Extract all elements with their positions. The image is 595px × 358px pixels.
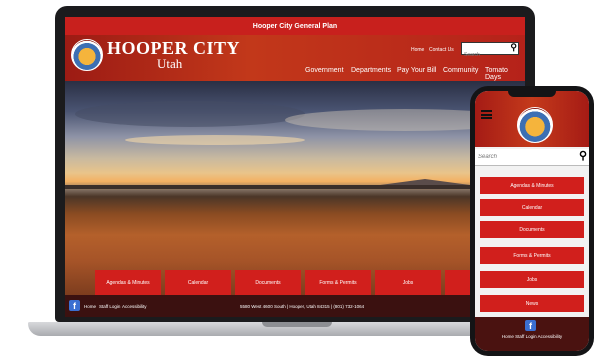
- nav-community[interactable]: Community: [443, 67, 478, 74]
- phone-notch: [508, 88, 556, 97]
- phone-button-jobs[interactable]: Jobs: [480, 271, 584, 288]
- phone-footer-link-home[interactable]: Home: [502, 334, 514, 339]
- utility-link-contact[interactable]: Contact Us: [429, 47, 454, 53]
- hamburger-menu-icon[interactable]: [481, 110, 492, 119]
- tile-documents[interactable]: Documents: [235, 270, 301, 295]
- phone-footer-link-accessibility[interactable]: Accessibility: [538, 334, 563, 339]
- site-footer: f Home Staff Login Accessibility 5580 We…: [65, 295, 525, 317]
- site-subtitle: Utah: [157, 56, 183, 71]
- phone-button-forms-permits[interactable]: Forms & Permits: [480, 247, 584, 264]
- phone-button-documents[interactable]: Documents: [480, 221, 584, 238]
- phone-footer-link-staff-login[interactable]: Staff Login: [515, 334, 536, 339]
- footer-link-accessibility[interactable]: Accessibility: [122, 304, 147, 309]
- tile-agendas-minutes[interactable]: Agendas & Minutes: [95, 270, 161, 295]
- footer-address: 5580 West 4600 South | Hooper, Utah 8431…: [240, 304, 365, 309]
- hero-image-wheat-field-sunset: [65, 81, 525, 295]
- phone-search-input[interactable]: [478, 151, 568, 162]
- facebook-icon[interactable]: f: [69, 300, 80, 311]
- footer-link-home[interactable]: Home: [84, 304, 96, 309]
- phone-button-agendas-minutes[interactable]: Agendas & Minutes: [480, 177, 584, 194]
- utility-link-home[interactable]: Home: [411, 47, 424, 53]
- search-icon[interactable]: ⚲: [579, 149, 587, 162]
- search-box: ⚲: [461, 42, 519, 60]
- search-icon[interactable]: ⚲: [510, 42, 517, 53]
- facebook-icon[interactable]: f: [525, 320, 536, 331]
- nav-departments[interactable]: Departments: [351, 67, 391, 74]
- phone-header: [475, 91, 589, 147]
- quick-links: Agendas & Minutes Calendar Documents For…: [95, 270, 525, 295]
- laptop-screen: Hooper City General Plan HOOPER CITY Uta…: [65, 17, 525, 317]
- phone-button-calendar[interactable]: Calendar: [480, 199, 584, 216]
- tile-partial[interactable]: [445, 270, 471, 295]
- phone-footer: f Home Staff Login Accessibility: [475, 317, 589, 351]
- top-bar-title: Hooper City General Plan: [65, 17, 525, 35]
- tile-jobs[interactable]: Jobs: [375, 270, 441, 295]
- site-header: HOOPER CITY Utah Home Contact Us ⚲ Gover…: [65, 35, 525, 81]
- nav-government[interactable]: Government: [305, 67, 344, 74]
- phone-screen: ⚲ Agendas & Minutes Calendar Documents F…: [475, 91, 589, 351]
- nav-tomato-days[interactable]: Tomato Days: [485, 67, 525, 81]
- city-seal-logo[interactable]: [517, 107, 553, 143]
- phone-search-box: ⚲: [475, 149, 589, 166]
- footer-link-staff-login[interactable]: Staff Login: [99, 304, 120, 309]
- phone-button-news[interactable]: News: [480, 295, 584, 312]
- nav-pay-your-bill[interactable]: Pay Your Bill: [397, 67, 436, 74]
- tile-forms-permits[interactable]: Forms & Permits: [305, 270, 371, 295]
- city-seal-logo[interactable]: [71, 39, 103, 71]
- tile-calendar[interactable]: Calendar: [165, 270, 231, 295]
- search-input[interactable]: [462, 50, 506, 60]
